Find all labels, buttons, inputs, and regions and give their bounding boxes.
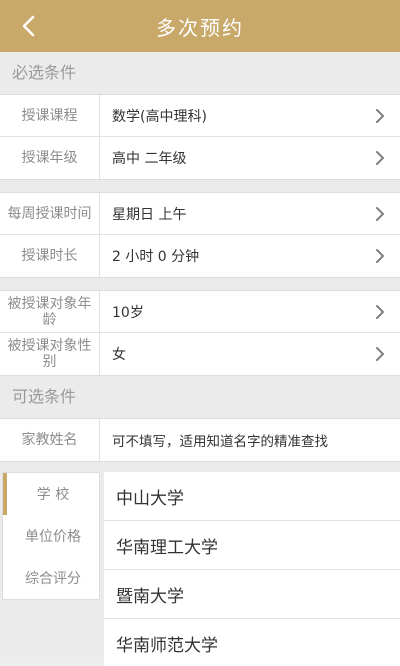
required-group-time: 每周授课时间 星期日 上午 授课时长 2 小时 0 分钟	[0, 192, 400, 278]
chevron-right-icon	[360, 95, 400, 136]
required-group-student: 被授课对象年龄 10岁 被授课对象性别 女	[0, 290, 400, 376]
required-group-course: 授课课程 数学(高中理科) 授课年级 高中 二年级	[0, 94, 400, 180]
student-age-label: 被授课对象年龄	[0, 291, 100, 332]
student-gender-label: 被授课对象性别	[0, 333, 100, 375]
student-age-row[interactable]: 被授课对象年龄 10岁	[0, 291, 400, 333]
weekly-time-row[interactable]: 每周授课时间 星期日 上午	[0, 193, 400, 235]
duration-value: 2 小时 0 分钟	[112, 249, 200, 265]
tab-overall-rating[interactable]: 综合评分	[3, 557, 99, 599]
tutor-name-row[interactable]: 家教姓名 可不填写，适用知道名字的精准查找	[0, 419, 400, 461]
chevron-right-icon	[360, 333, 400, 375]
filter-tabs: 学 校 单位价格 综合评分	[2, 472, 100, 600]
tab-school[interactable]: 学 校	[3, 473, 99, 515]
duration-row[interactable]: 授课时长 2 小时 0 分钟	[0, 235, 400, 277]
grade-label: 授课年级	[0, 137, 100, 179]
top-bar: 多次预约	[0, 0, 400, 52]
list-item[interactable]: 中山大学	[104, 472, 400, 521]
weekly-time-label: 每周授课时间	[0, 193, 100, 234]
course-label: 授课课程	[0, 95, 100, 136]
course-value: 数学(高中理科)	[112, 108, 207, 125]
student-gender-value: 女	[112, 347, 126, 363]
grade-value: 高中 二年级	[112, 151, 187, 167]
student-age-value: 10岁	[112, 304, 144, 321]
optional-group: 家教姓名 可不填写，适用知道名字的精准查找	[0, 418, 400, 462]
list-item[interactable]: 暨南大学	[104, 570, 400, 619]
chevron-left-icon	[22, 15, 35, 37]
optional-section-title: 可选条件	[0, 376, 400, 418]
page-title: 多次预约	[156, 15, 244, 40]
chevron-right-icon	[360, 235, 400, 277]
back-button[interactable]	[14, 10, 44, 42]
tutor-name-label: 家教姓名	[0, 419, 100, 461]
tab-unit-price[interactable]: 单位价格	[3, 515, 99, 557]
duration-label: 授课时长	[0, 235, 100, 277]
weekly-time-value: 星期日 上午	[112, 206, 187, 223]
chevron-right-icon	[360, 193, 400, 234]
required-section-title: 必选条件	[0, 52, 400, 94]
spacer	[0, 180, 400, 192]
spacer	[0, 278, 400, 290]
grade-row[interactable]: 授课年级 高中 二年级	[0, 137, 400, 179]
chevron-right-icon	[360, 291, 400, 332]
student-gender-row[interactable]: 被授课对象性别 女	[0, 333, 400, 375]
course-row[interactable]: 授课课程 数学(高中理科)	[0, 95, 400, 137]
filter-panel: 学 校 单位价格 综合评分 中山大学 华南理工大学 暨南大学 华南师范大学	[0, 462, 400, 666]
list-item[interactable]: 华南师范大学	[104, 619, 400, 666]
tutor-name-input[interactable]: 可不填写，适用知道名字的精准查找	[100, 419, 400, 461]
school-list: 中山大学 华南理工大学 暨南大学 华南师范大学	[104, 472, 400, 666]
list-item[interactable]: 华南理工大学	[104, 521, 400, 570]
chevron-right-icon	[360, 137, 400, 179]
